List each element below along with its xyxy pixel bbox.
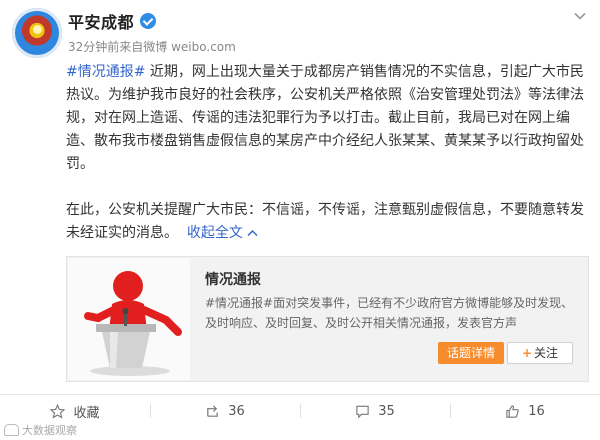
account-name[interactable]: 平安成都	[68, 9, 134, 33]
topic-detail-button[interactable]: 话题详情	[438, 342, 504, 364]
follow-button[interactable]: + 关注	[507, 342, 573, 364]
post-paragraph-2: 在此，公安机关提醒广大市民：不信谣，不传谣，注意甄别虚假信息，不要随意转发未经证…	[66, 199, 590, 245]
action-bar-divider	[0, 394, 600, 395]
chevron-down-icon[interactable]	[574, 10, 586, 22]
repost-icon	[207, 404, 219, 417]
action-bar: 收藏 36 35 16	[0, 396, 600, 426]
speaker-at-podium-icon	[68, 258, 190, 380]
favorite-label: 收藏	[73, 405, 100, 421]
post-meta: 32分钟前来自微博 weibo.com	[68, 38, 236, 55]
post-time[interactable]: 32分钟前	[68, 40, 119, 54]
hashtag-link[interactable]: #情况通报#	[66, 64, 145, 80]
wechat-logo-icon	[4, 424, 19, 436]
account-header: 平安成都	[68, 9, 157, 33]
thumbs-up-icon	[506, 404, 520, 418]
repost-count: 36	[228, 403, 245, 419]
post-paragraph-1-text: 近期，网上出现大量关于成都房产销售情况的不实信息，引起广大市民热议。为维护我市良…	[66, 64, 584, 172]
verified-icon	[140, 13, 157, 29]
card-title[interactable]: 情况通报	[205, 269, 261, 289]
badge-emblem	[33, 25, 42, 34]
collapse-link[interactable]: 收起全文	[187, 225, 258, 241]
repost-button[interactable]: 36	[150, 396, 300, 426]
comment-count: 35	[378, 403, 395, 419]
star-icon	[50, 403, 66, 419]
follow-button-label: 关注	[534, 346, 559, 360]
like-count: 16	[528, 403, 545, 419]
chevron-up-icon	[247, 229, 258, 237]
watermark-text: 大数据观察	[22, 424, 77, 437]
comment-button[interactable]: 35	[300, 396, 450, 426]
police-badge-icon[interactable]	[12, 8, 62, 58]
comment-icon	[356, 405, 369, 418]
post-body: #情况通报# 近期，网上出现大量关于成都房产销售情况的不实信息，引起广大市民热议…	[66, 61, 590, 245]
plus-icon: +	[521, 346, 533, 360]
post-source: 来自微博 weibo.com	[119, 40, 236, 54]
topic-card[interactable]: 情况通报 #情况通报#面对突发事件，已经有不少政府官方微博能够及时发现、及时响应…	[66, 256, 589, 382]
watermark: 大数据观察	[4, 422, 77, 438]
post-paragraph-2-text: 在此，公安机关提醒广大市民：不信谣，不传谣，注意甄别虚假信息，不要随意转发未经证…	[66, 202, 584, 241]
collapse-link-label: 收起全文	[186, 225, 243, 241]
card-description: #情况通报#面对突发事件，已经有不少政府官方微博能够及时发现、及时响应、及时回复…	[205, 296, 574, 330]
post-paragraph-1: #情况通报# 近期，网上出现大量关于成都房产销售情况的不实信息，引起广大市民热议…	[66, 61, 590, 176]
like-button[interactable]: 16	[450, 396, 600, 426]
